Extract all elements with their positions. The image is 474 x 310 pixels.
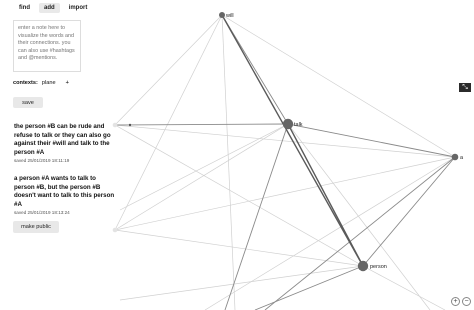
note-text: a person #A wants to talk to person #B, … — [14, 175, 115, 208]
tab-add[interactable]: add — [39, 3, 60, 13]
edge — [114, 124, 456, 158]
node-label-a: a — [460, 155, 464, 161]
edge — [287, 123, 456, 158]
node-person[interactable] — [357, 260, 369, 272]
zoom-out-icon[interactable]: − — [462, 297, 471, 306]
edge — [119, 265, 364, 301]
node-talk[interactable] — [282, 118, 294, 130]
edge — [204, 156, 456, 310]
graph-edges-heavy — [221, 14, 364, 267]
graph-nodes — [112, 12, 459, 272]
tab-find[interactable]: find — [14, 3, 35, 13]
add-context-button[interactable]: + — [66, 80, 69, 86]
edge — [224, 123, 289, 310]
edge — [114, 14, 223, 126]
edge — [362, 156, 456, 267]
contexts-row: contexts: plane + — [13, 80, 69, 86]
graph-edges-strong — [114, 14, 456, 310]
left-panel: find add import contexts: plane + save t… — [0, 0, 124, 310]
make-public-button[interactable]: make public — [13, 221, 59, 233]
edge — [114, 123, 289, 126]
edge — [221, 14, 236, 310]
edge — [287, 123, 431, 310]
node-will[interactable] — [219, 12, 225, 18]
note-item[interactable]: the person #B can be rude and refuse to … — [14, 123, 118, 163]
graph-edges — [114, 14, 456, 310]
contexts-label: contexts: — [13, 80, 38, 86]
node-label-talk: talk — [294, 122, 303, 128]
save-button[interactable]: save — [13, 97, 43, 108]
note-text: the person #B can be rude and refuse to … — [14, 123, 111, 156]
note-timestamp: saved 25/01/2019 18:11:19 — [14, 158, 70, 164]
note-input[interactable] — [13, 20, 81, 72]
edge — [254, 265, 364, 310]
graph-node[interactable] — [128, 123, 132, 127]
note-timestamp: saved 25/01/2019 18:13:24 — [14, 210, 70, 216]
edge — [221, 14, 456, 158]
edge — [114, 156, 456, 231]
node-a[interactable] — [451, 153, 459, 161]
note-item[interactable]: a person #A wants to talk to person #B, … — [14, 175, 118, 215]
edge — [221, 14, 364, 267]
edge — [114, 14, 223, 231]
node-label-will: will — [225, 13, 234, 19]
node-label-person: person — [370, 264, 387, 270]
edge — [264, 156, 456, 310]
context-value[interactable]: plane — [42, 80, 56, 86]
edge — [362, 265, 446, 310]
zoom-in-icon[interactable]: + — [451, 297, 460, 306]
tab-import[interactable]: import — [64, 3, 93, 13]
tab-bar: find add import — [14, 3, 92, 13]
expand-icon[interactable]: ⤡ — [459, 83, 471, 92]
